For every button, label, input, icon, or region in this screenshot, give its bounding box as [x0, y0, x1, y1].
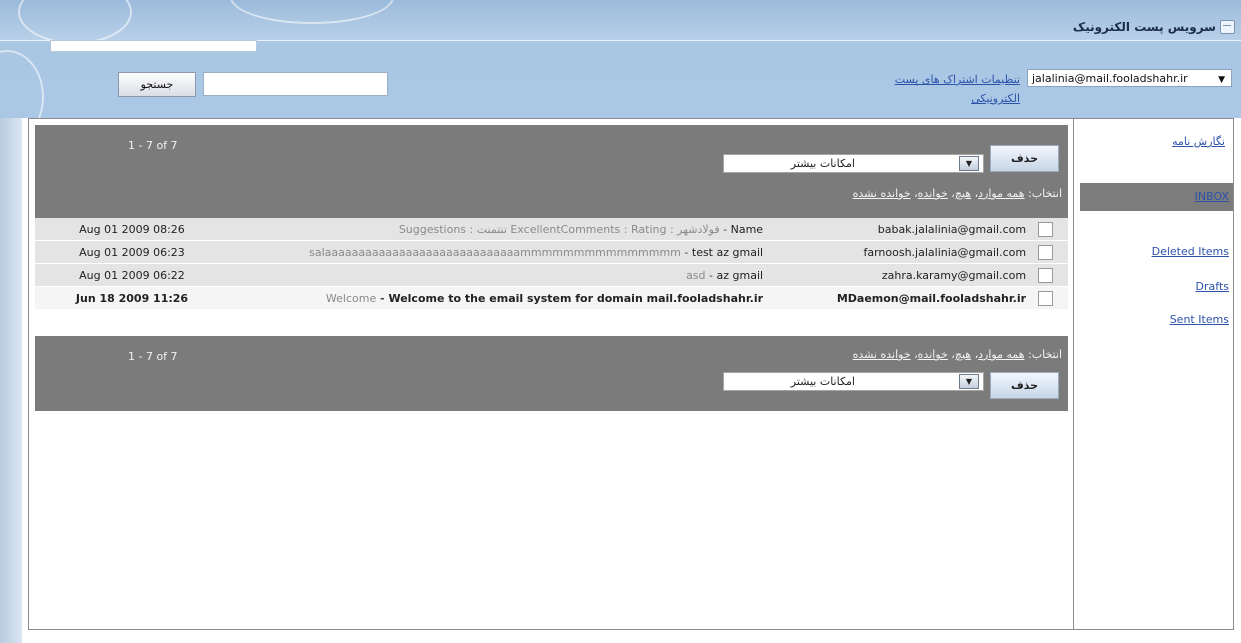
delete-button[interactable]: حذف	[990, 145, 1059, 172]
account-select[interactable]: jalalinia@mail.fooladshahr.ir ▼	[1027, 69, 1232, 87]
email-subject-cell[interactable]: Welcome - Welcome to the email system fo…	[228, 286, 770, 310]
message-list-panel: 1 - 7 of 7 امکانات بیشتر ▼ حذف انتخاب: ه…	[28, 118, 1074, 630]
email-date: Aug 01 2009 08:26	[35, 218, 229, 241]
header-decorative-field	[50, 40, 257, 52]
email-sender[interactable]: babak.jalalinia@gmail.com	[769, 218, 1039, 241]
compose-link[interactable]: نگارش نامه	[1172, 135, 1225, 148]
app-title: سرویس پست الکترونیک	[1073, 20, 1235, 34]
folder-inbox[interactable]: INBOX	[1080, 183, 1233, 211]
email-row[interactable]: Aug 01 2009 08:26 Suggestions : تنتمنت Ex…	[35, 218, 1068, 241]
more-actions-label: امکانات بیشتر	[790, 157, 855, 170]
pager-text: 1 - 7 of 7	[128, 350, 178, 363]
subject-separator: -	[376, 291, 389, 305]
subject-separator: -	[705, 268, 717, 282]
email-row[interactable]: Jun 18 2009 11:26 Welcome - Welcome to th…	[35, 286, 1068, 310]
folder-drafts[interactable]: Drafts	[1196, 280, 1229, 293]
email-subject: az gmail	[716, 268, 764, 282]
subject-separator: -	[719, 222, 731, 236]
select-read-link[interactable]: خوانده	[918, 187, 948, 200]
email-sender[interactable]: farnoosh.jalalinia@gmail.com	[769, 240, 1039, 264]
folder-sent-items[interactable]: Sent Items	[1170, 313, 1229, 326]
email-sender[interactable]: MDaemon@mail.fooladshahr.ir	[769, 286, 1039, 310]
top-toolbar: 1 - 7 of 7 امکانات بیشتر ▼ حذف انتخاب: ه…	[35, 125, 1068, 218]
delete-button[interactable]: حذف	[990, 372, 1059, 399]
account-email: jalalinia@mail.fooladshahr.ir	[1032, 71, 1188, 85]
email-checkbox[interactable]	[1038, 221, 1054, 237]
email-preview: Welcome	[325, 291, 377, 305]
select-all-link[interactable]: همه موارد	[978, 348, 1024, 361]
email-date: Jun 18 2009 11:26	[35, 286, 229, 310]
email-subject-cell[interactable]: salaaaaaaaaaaaaaaaaaaaaaaaaaaaaammmmmmmm…	[228, 240, 770, 264]
email-table: Aug 01 2009 08:26 Suggestions : تنتمنت Ex…	[35, 218, 1068, 310]
email-preview: Suggestions : تنتمنت ExcellentComments :…	[398, 222, 720, 236]
email-checkbox[interactable]	[1038, 290, 1054, 306]
search-button[interactable]: جستجو	[118, 72, 196, 97]
select-unread-link[interactable]: خوانده نشده	[853, 187, 911, 200]
search-input[interactable]	[203, 72, 388, 96]
account-settings-link[interactable]: تنظیمات اشتراک های پست الکترونیکی	[868, 70, 1020, 108]
select-label: انتخاب:	[1028, 187, 1062, 200]
chevron-down-icon: ▼	[959, 374, 979, 389]
header-band	[0, 0, 1241, 41]
email-checkbox[interactable]	[1038, 267, 1054, 283]
select-label: انتخاب:	[1028, 348, 1062, 361]
left-decorative-strip	[0, 118, 22, 643]
chevron-down-icon: ▼	[1218, 75, 1225, 85]
more-actions-label: امکانات بیشتر	[790, 375, 855, 388]
folder-deleted-items[interactable]: Deleted Items	[1152, 245, 1229, 258]
email-row[interactable]: Aug 01 2009 06:22 asd - az gmail zahra.kar…	[35, 263, 1068, 287]
email-subject: test az gmail	[691, 245, 764, 259]
email-date: Aug 01 2009 06:22	[35, 263, 229, 287]
bottom-toolbar: 1 - 7 of 7 انتخاب: همه موارد، هیچ، خواند…	[35, 336, 1068, 411]
select-read-link[interactable]: خوانده	[918, 348, 948, 361]
email-subject: Welcome to the email system for domain m…	[388, 291, 764, 305]
mail-icon	[1220, 20, 1235, 34]
select-none-link[interactable]: هیچ	[955, 187, 971, 200]
email-subject: Name	[730, 222, 764, 236]
chevron-down-icon: ▼	[959, 156, 979, 171]
folder-sidebar: نگارش نامه INBOX Deleted Items Drafts Se…	[1074, 118, 1234, 630]
subject-separator: -	[680, 245, 692, 259]
select-all-link[interactable]: همه موارد	[978, 187, 1024, 200]
email-subject-cell[interactable]: Suggestions : تنتمنت ExcellentComments :…	[228, 218, 770, 241]
pager-text: 1 - 7 of 7	[128, 139, 178, 152]
email-subject-cell[interactable]: asd - az gmail	[228, 263, 770, 287]
email-date: Aug 01 2009 06:23	[35, 240, 229, 264]
email-preview: asd	[686, 268, 706, 282]
email-checkbox[interactable]	[1038, 244, 1054, 260]
email-row[interactable]: Aug 01 2009 06:23 salaaaaaaaaaaaaaaaaaaaa…	[35, 240, 1068, 264]
email-sender[interactable]: zahra.karamy@gmail.com	[769, 263, 1039, 287]
more-actions-select[interactable]: امکانات بیشتر ▼	[723, 154, 984, 173]
email-preview: salaaaaaaaaaaaaaaaaaaaaaaaaaaaaammmmmmmm…	[309, 245, 681, 259]
app-title-text: سرویس پست الکترونیک	[1072, 20, 1216, 34]
select-unread-link[interactable]: خوانده نشده	[853, 348, 911, 361]
selection-links: انتخاب: همه موارد، هیچ، خوانده، خوانده ن…	[852, 348, 1062, 361]
header-banner: سرویس پست الکترونیک jalalinia@mail.foola…	[0, 0, 1241, 118]
decorative-swirl	[0, 50, 44, 118]
selection-links: انتخاب: همه موارد، هیچ، خوانده، خوانده ن…	[852, 187, 1062, 200]
more-actions-select[interactable]: امکانات بیشتر ▼	[723, 372, 984, 391]
select-none-link[interactable]: هیچ	[955, 348, 971, 361]
